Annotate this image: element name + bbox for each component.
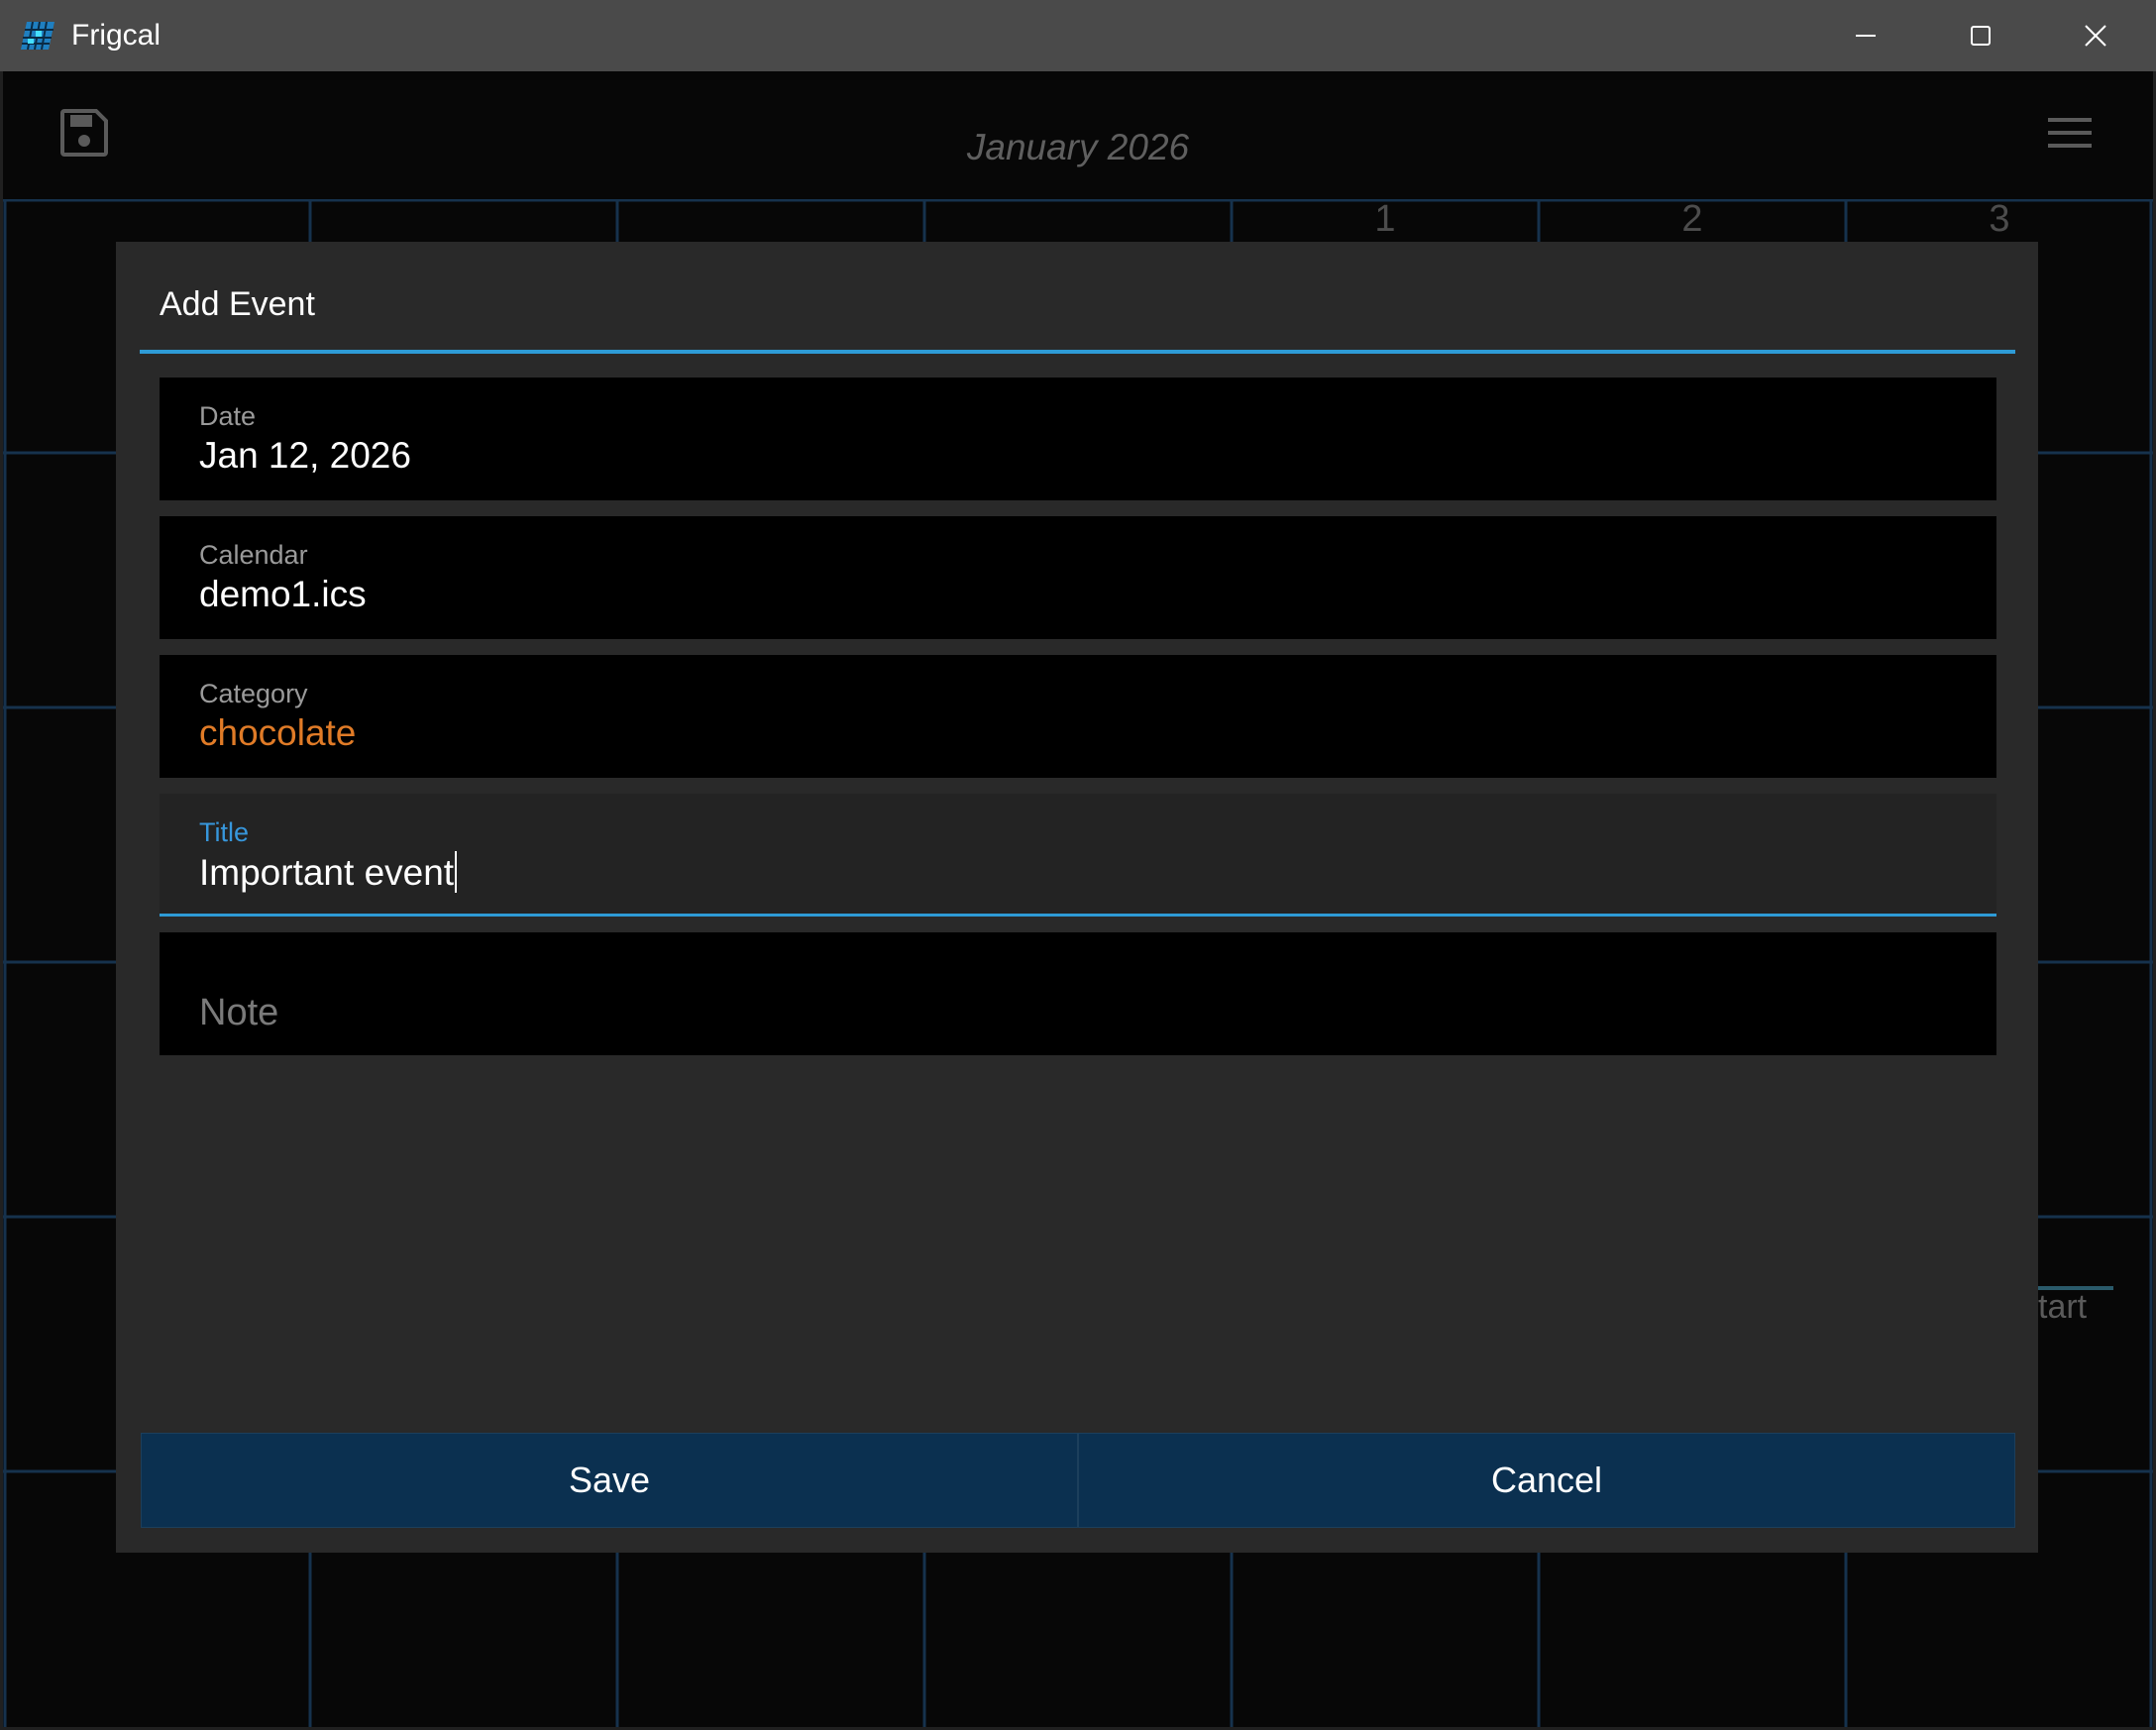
day-number[interactable]: 1 [1355, 198, 1415, 241]
category-value: chocolate [199, 712, 357, 753]
maximize-icon [1971, 26, 1991, 46]
frigcal-window: Frigcal January 2026 1 2 3 tart Add Even… [0, 0, 2156, 1730]
maximize-button[interactable] [1922, 0, 2039, 71]
title-label: Title [199, 817, 250, 847]
dialog-title: Add Event [160, 285, 315, 323]
date-value: Jan 12, 2026 [199, 435, 411, 476]
title-value: Important event [199, 852, 455, 893]
add-event-dialog: Add Event Date Jan 12, 2026 Calendar dem… [116, 242, 2038, 1553]
note-placeholder: Note [199, 992, 279, 1033]
title-input[interactable]: Important event [199, 851, 458, 894]
note-field[interactable]: Note [160, 932, 1996, 1055]
app-header: January 2026 [3, 71, 2153, 199]
minimize-button[interactable] [1807, 0, 1924, 71]
hamburger-menu-icon[interactable] [2046, 115, 2094, 151]
close-button[interactable] [2037, 0, 2154, 71]
calendar-label: Calendar [199, 540, 308, 570]
calendar-value: demo1.ics [199, 574, 367, 614]
minimize-icon [1856, 35, 1876, 37]
window-title: Frigcal [71, 19, 162, 52]
cancel-button[interactable]: Cancel [1078, 1433, 2015, 1528]
title-field[interactable]: Title Important event [160, 794, 1996, 917]
title-bar[interactable]: Frigcal [0, 0, 2156, 71]
calendar-field[interactable]: Calendar demo1.ics [160, 516, 1996, 639]
day-number[interactable]: 3 [1970, 198, 2029, 241]
partial-event-text: tart [2038, 1288, 2088, 1326]
category-label: Category [199, 679, 308, 708]
close-icon [2085, 25, 2106, 47]
frigcal-grid-icon [21, 21, 54, 51]
date-label: Date [199, 401, 257, 431]
day-number[interactable]: 2 [1663, 198, 1722, 241]
dialog-button-row: Save Cancel [141, 1433, 2015, 1528]
text-cursor [455, 851, 458, 893]
dialog-title-divider [140, 350, 2015, 354]
save-button[interactable]: Save [141, 1433, 1078, 1528]
month-title: January 2026 [966, 127, 1190, 167]
category-field[interactable]: Category chocolate [160, 655, 1996, 778]
date-field[interactable]: Date Jan 12, 2026 [160, 378, 1996, 500]
